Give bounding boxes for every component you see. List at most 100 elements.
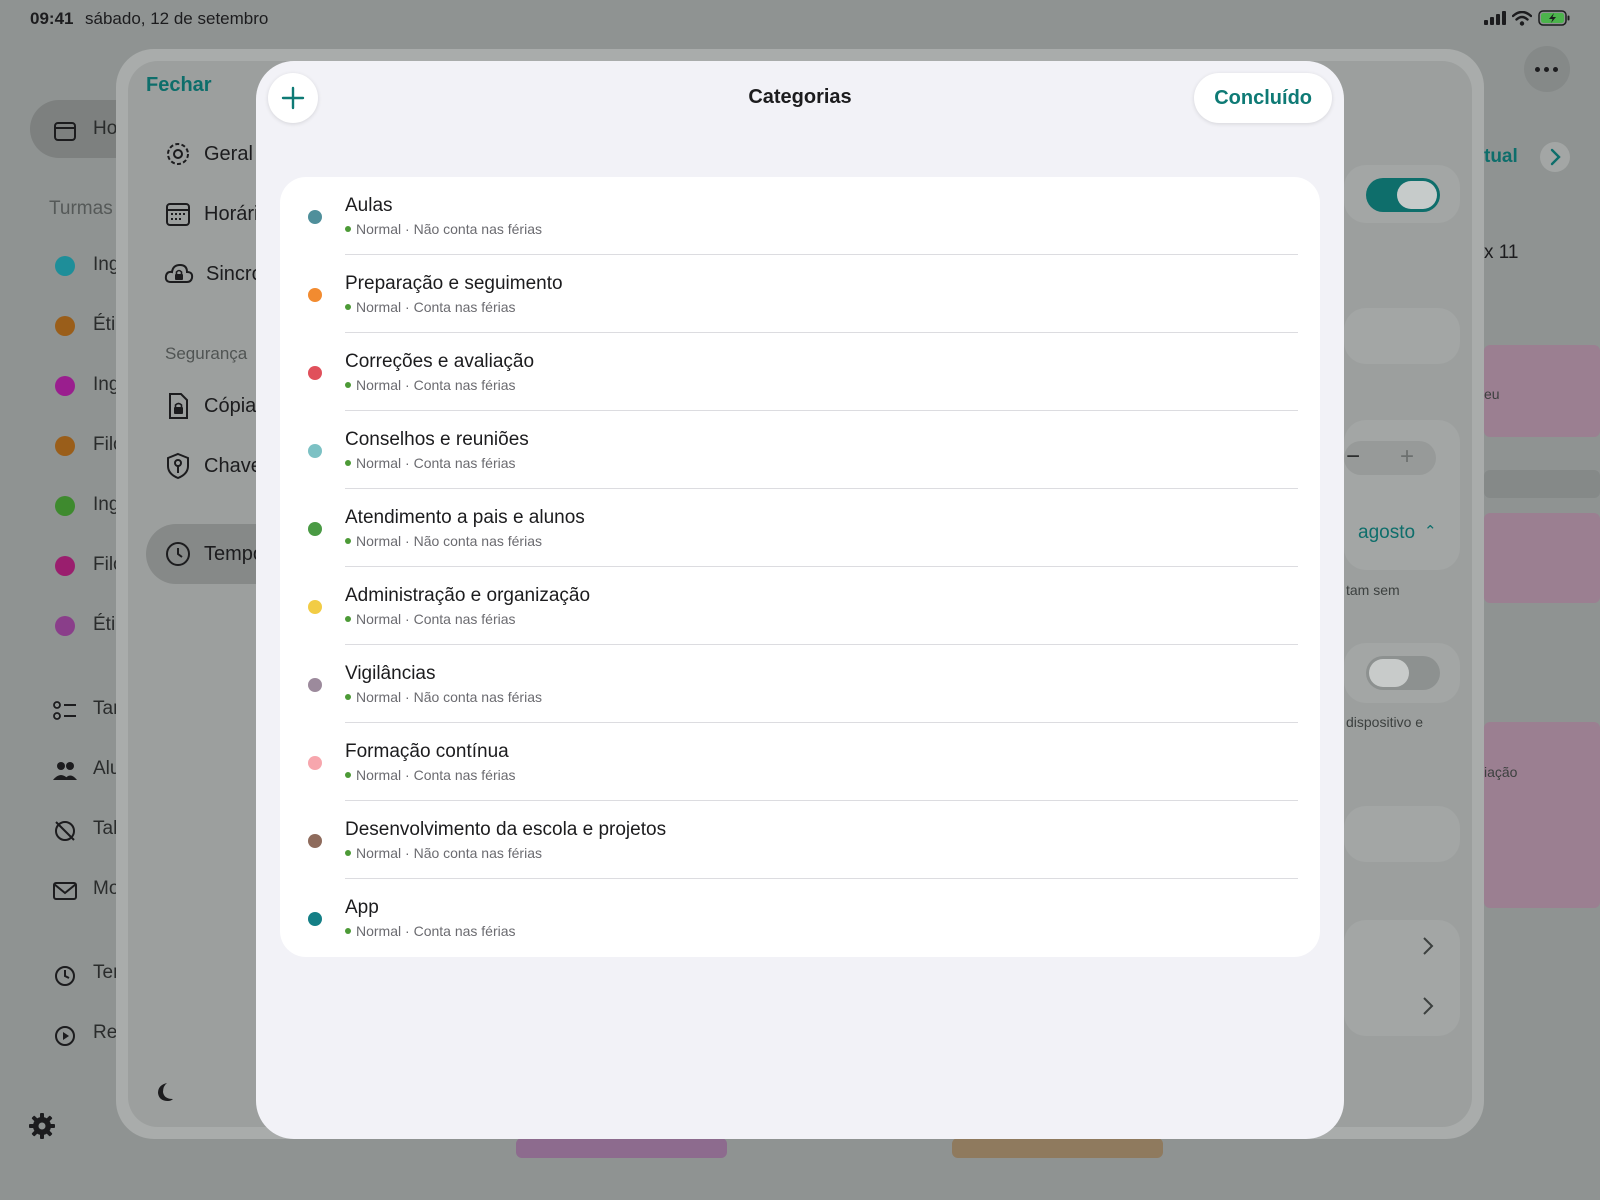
toggle-switch-off[interactable] [1366, 656, 1440, 690]
category-type: Normal [356, 299, 402, 315]
shield-key-icon [167, 452, 189, 480]
separator-dot: · [401, 611, 414, 627]
category-row[interactable]: Vigilâncias Normal · Não conta nas férias [280, 645, 1320, 723]
category-holidays: Conta nas férias [413, 923, 516, 939]
category-holidays: Não conta nas férias [413, 533, 542, 549]
category-holidays: Conta nas férias [413, 299, 516, 315]
category-type: Normal [356, 533, 402, 549]
background-sidebar: Ho Turmas Ing Éti Ing Filo Ing Filo Éti … [0, 0, 160, 1162]
class-color-dot [55, 436, 75, 456]
category-holidays: Não conta nas férias [413, 221, 542, 237]
status-dot [345, 226, 351, 232]
category-row[interactable]: App Normal · Conta nas férias [280, 879, 1320, 957]
gear-icon[interactable] [28, 1112, 56, 1140]
separator-dot: · [401, 767, 414, 783]
calendar-icon [54, 122, 76, 141]
category-holidays: Conta nas férias [413, 455, 516, 471]
calendar-icon [166, 203, 190, 226]
category-row[interactable]: Formação contínua Normal · Conta nas féri… [280, 723, 1320, 801]
category-holidays: Não conta nas férias [413, 689, 542, 705]
done-button[interactable]: Concluído [1194, 73, 1332, 123]
category-type: Normal [356, 767, 402, 783]
settings-item-time[interactable]: Tempo [164, 540, 264, 568]
chevron-right-icon[interactable] [1540, 142, 1570, 172]
category-row[interactable]: Correções e avaliação Normal · Conta nas … [280, 333, 1320, 411]
settings-item-general[interactable]: Geral [164, 140, 253, 168]
category-row[interactable]: Aulas Normal · Não conta nas férias [280, 177, 1320, 255]
sidebar-item-label[interactable]: Tal [93, 818, 117, 840]
category-name: Atendimento a pais e alunos [345, 507, 585, 528]
category-type: Normal [356, 377, 402, 393]
stepper-minus-icon[interactable]: − [1346, 443, 1360, 471]
count-label: x 11 [1484, 242, 1519, 263]
separator-dot: · [401, 299, 414, 315]
category-subtitle: Normal · Não conta nas férias [345, 845, 542, 861]
battery-charging-icon [1538, 10, 1570, 26]
category-subtitle: Normal · Não conta nas férias [345, 533, 542, 549]
calendar-event-block [1484, 513, 1600, 603]
settings-item-label: Horári [204, 202, 259, 225]
settings-section-security: Segurança [165, 344, 248, 363]
category-holidays: Conta nas férias [413, 611, 516, 627]
event-label: iação [1484, 764, 1518, 780]
settings-item-backup[interactable]: Cópia [164, 392, 256, 420]
settings-item-sync[interactable]: Sincro [164, 260, 263, 288]
separator-dot: · [401, 689, 414, 705]
sidebar-home-label: Ho [93, 118, 118, 139]
checklist-icon [53, 701, 76, 720]
category-row[interactable]: Preparação e seguimento Normal · Conta na… [280, 255, 1320, 333]
document-lock-icon [169, 393, 188, 419]
category-type: Normal [356, 689, 402, 705]
category-name: Correções e avaliação [345, 351, 535, 372]
settings-item-key[interactable]: Chave [164, 452, 262, 480]
stepper-plus-icon[interactable]: + [1400, 443, 1414, 471]
chevron-right-icon[interactable] [1420, 935, 1436, 957]
category-name: Formação contínua [345, 741, 509, 762]
note-text: dispositivo e [1346, 714, 1424, 730]
category-row[interactable]: Conselhos e reuniões Normal · Conta nas f… [280, 411, 1320, 489]
status-dot [345, 460, 351, 466]
sidebar-item-label[interactable]: Re [93, 1022, 117, 1044]
settings-item-label: Chave [204, 454, 262, 477]
calendar-event-block [1484, 470, 1600, 498]
category-name: App [345, 897, 379, 918]
class-color-dot [55, 616, 75, 636]
category-subtitle: Normal · Conta nas férias [345, 455, 516, 471]
month-select[interactable]: agosto [1358, 522, 1415, 544]
category-color-dot [308, 210, 322, 224]
settings-item-schedule[interactable]: Horári [164, 200, 258, 228]
separator-dot: · [401, 533, 414, 549]
category-subtitle: Normal · Não conta nas férias [345, 689, 542, 705]
category-color-dot [308, 288, 322, 302]
people-icon [53, 762, 77, 780]
close-button[interactable]: Fechar [146, 74, 212, 97]
modal-title: Categorias [748, 86, 852, 108]
calendar-event-block [516, 1138, 727, 1158]
toggle-switch-on[interactable] [1366, 178, 1440, 212]
calendar-event-block [1484, 345, 1600, 437]
category-row[interactable]: Administração e organização Normal · Cont… [280, 567, 1320, 645]
category-row[interactable]: Atendimento a pais e alunos Normal · Não … [280, 489, 1320, 567]
category-holidays: Conta nas férias [413, 767, 516, 783]
class-item[interactable]: Éti [93, 314, 115, 336]
category-row[interactable]: Desenvolvimento da escola e projetos Norm… [280, 801, 1320, 879]
category-color-dot [308, 678, 322, 692]
moon-icon[interactable] [152, 1080, 176, 1104]
more-options-button[interactable] [1524, 46, 1570, 92]
status-dot [345, 694, 351, 700]
status-dot [345, 850, 351, 856]
clock-icon [166, 542, 190, 566]
class-item[interactable]: Éti [93, 614, 115, 636]
gear-icon [167, 143, 189, 165]
class-color-dot [55, 376, 75, 396]
settings-item-label: Geral [204, 142, 253, 165]
category-subtitle: Normal · Conta nas férias [345, 299, 516, 315]
class-color-dot [55, 256, 75, 276]
nav-label[interactable]: tual [1484, 146, 1518, 168]
category-color-dot [308, 912, 322, 926]
chevron-right-icon[interactable] [1420, 995, 1436, 1017]
category-name: Aulas [345, 195, 393, 216]
separator-dot: · [401, 923, 414, 939]
status-dot [345, 772, 351, 778]
separator-dot: · [401, 455, 414, 471]
